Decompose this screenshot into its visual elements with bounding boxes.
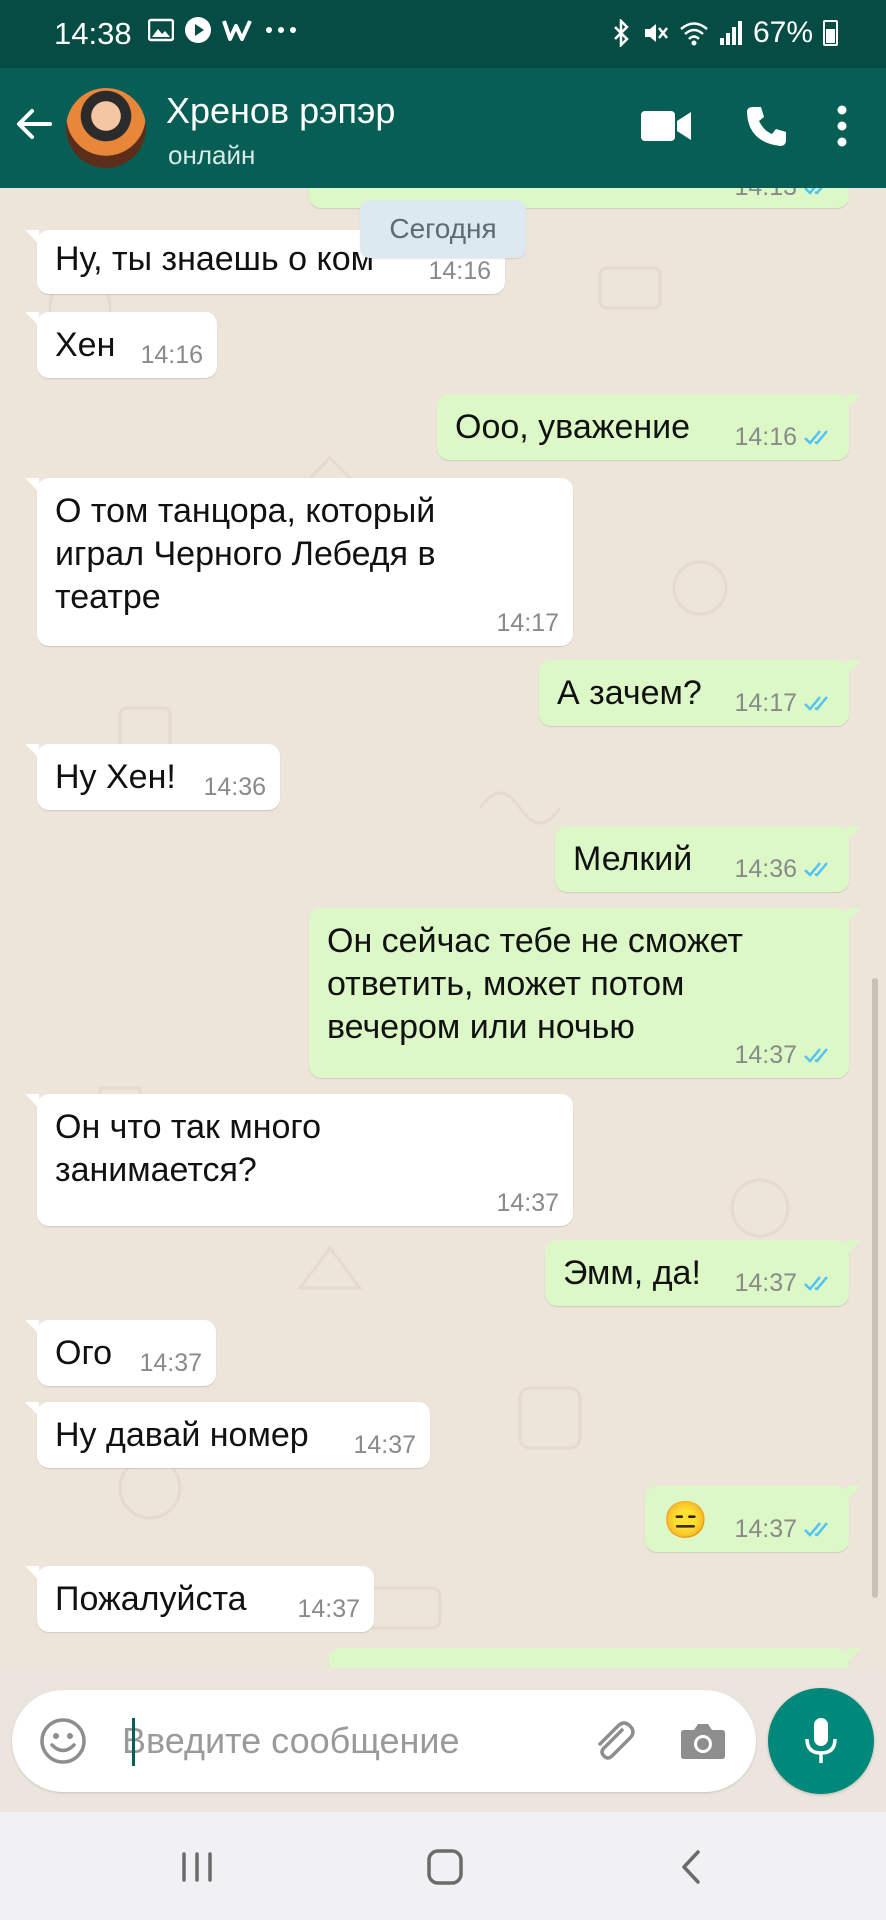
message-time: 14:37 — [139, 1349, 202, 1377]
text-caret — [132, 1718, 135, 1766]
status-notification-icons — [148, 16, 298, 44]
attach-icon[interactable] — [588, 1716, 638, 1766]
read-ticks-icon — [804, 862, 828, 877]
message-out[interactable]: Ооо, уважение 14:16 — [437, 394, 861, 460]
message-text: О том танцора, который играл Черного Леб… — [55, 492, 436, 616]
menu-dots-icon[interactable] — [832, 104, 852, 148]
mic-button[interactable] — [768, 1688, 874, 1794]
recent-apps-icon[interactable] — [172, 1842, 222, 1892]
microphone-icon — [805, 1718, 837, 1763]
message-time: 14:16 — [428, 257, 491, 285]
camera-icon[interactable] — [678, 1716, 728, 1766]
message-time: 14:36 — [734, 856, 837, 882]
status-bar: 14:38 67% — [0, 0, 886, 68]
chat-header[interactable]: Хренов рэпэр онлайн — [0, 68, 886, 188]
chat-area[interactable]: 14:13 Ну, ты знаешь о ком 14:16 Сегодня … — [0, 188, 886, 1668]
message-text: Ого — [55, 1334, 113, 1372]
message-time: 14:17 — [496, 609, 559, 637]
message-in[interactable]: Пожалуйста 14:37 — [25, 1566, 374, 1632]
message-time: 14:37 — [734, 1516, 837, 1542]
date-chip: Сегодня — [360, 200, 526, 258]
signal-icon — [719, 21, 742, 45]
video-call-icon[interactable] — [640, 108, 692, 144]
message-text: Мелкий — [573, 840, 693, 878]
message-time: 14:37 — [734, 1270, 837, 1296]
message-text: Он что так много занимается? — [55, 1108, 321, 1189]
message-time: 14:37 — [496, 1189, 559, 1217]
message-text: Ооо, уважение — [455, 408, 691, 446]
message-text: Пожалуйста — [55, 1580, 247, 1618]
read-ticks-icon — [804, 1522, 828, 1537]
w-icon — [222, 20, 252, 41]
message-emoji: 😑 — [663, 1499, 708, 1540]
message-time: 14:13 — [734, 188, 837, 200]
read-ticks-icon — [804, 1276, 828, 1291]
message-out[interactable]: Эмм, да! 14:37 — [545, 1240, 861, 1306]
contact-status: онлайн — [168, 140, 256, 170]
read-ticks-icon — [804, 696, 828, 711]
message-in[interactable]: Ну давай номер 14:37 — [25, 1402, 430, 1468]
mute-icon — [644, 24, 668, 42]
battery-icon — [823, 20, 838, 46]
contact-name[interactable]: Хренов рэпэр — [166, 90, 395, 132]
phone-icon[interactable] — [744, 104, 788, 148]
message-out[interactable]: Мелкий 14:36 — [555, 826, 861, 892]
message-time: 14:17 — [734, 690, 837, 716]
back-arrow-icon[interactable] — [14, 104, 54, 144]
message-text: Хен — [55, 326, 116, 364]
message-out[interactable]: А зачем? 14:17 — [539, 660, 861, 726]
message-text: Ну, ты знаешь о ком — [55, 240, 375, 278]
message-time: 14:37 — [353, 1431, 416, 1459]
system-nav-bar — [0, 1812, 886, 1920]
message-text: Ну Хен! — [55, 758, 176, 796]
message-text: Он сейчас тебе не сможет ответить, может… — [327, 922, 743, 1046]
message-time: 14:16 — [734, 424, 837, 450]
read-ticks-icon — [804, 188, 823, 195]
partial-message-out[interactable] — [329, 1648, 861, 1668]
message-in[interactable]: Хен 14:16 — [25, 312, 217, 378]
play-icon — [185, 17, 211, 43]
message-in[interactable]: О том танцора, который играл Черного Леб… — [25, 478, 573, 646]
bluetooth-icon — [614, 19, 629, 47]
message-in[interactable]: Ого 14:37 — [25, 1320, 216, 1386]
message-time: 14:36 — [203, 773, 266, 801]
message-input[interactable] — [122, 1708, 562, 1774]
message-time: 14:16 — [140, 341, 203, 369]
message-out[interactable]: 😑 14:37 — [645, 1486, 861, 1552]
status-system-icons: 67% — [611, 16, 838, 50]
message-time: 14:37 — [297, 1595, 360, 1623]
message-out[interactable]: Он сейчас тебе не сможет ответить, может… — [309, 908, 861, 1078]
wifi-icon — [680, 22, 708, 46]
message-text: А зачем? — [557, 674, 702, 712]
home-icon[interactable] — [420, 1842, 470, 1892]
message-text: Ну давай номер — [55, 1416, 309, 1454]
contact-avatar[interactable] — [66, 88, 146, 168]
battery-percent: 67% — [752, 16, 813, 49]
image-icon — [148, 18, 174, 42]
emoji-icon[interactable] — [38, 1716, 88, 1766]
read-ticks-icon — [804, 430, 828, 445]
more-dots-icon — [266, 27, 296, 33]
read-ticks-icon — [804, 1048, 828, 1063]
message-in[interactable]: Он что так много занимается? 14:37 — [25, 1094, 573, 1226]
status-time: 14:38 — [54, 16, 132, 51]
nav-back-icon[interactable] — [668, 1842, 718, 1892]
message-text: Эмм, да! — [563, 1254, 701, 1292]
chat-scrollbar[interactable] — [872, 978, 878, 1598]
message-composer[interactable] — [12, 1690, 756, 1792]
message-time: 14:37 — [734, 1042, 837, 1068]
message-in[interactable]: Ну Хен! 14:36 — [25, 744, 280, 810]
